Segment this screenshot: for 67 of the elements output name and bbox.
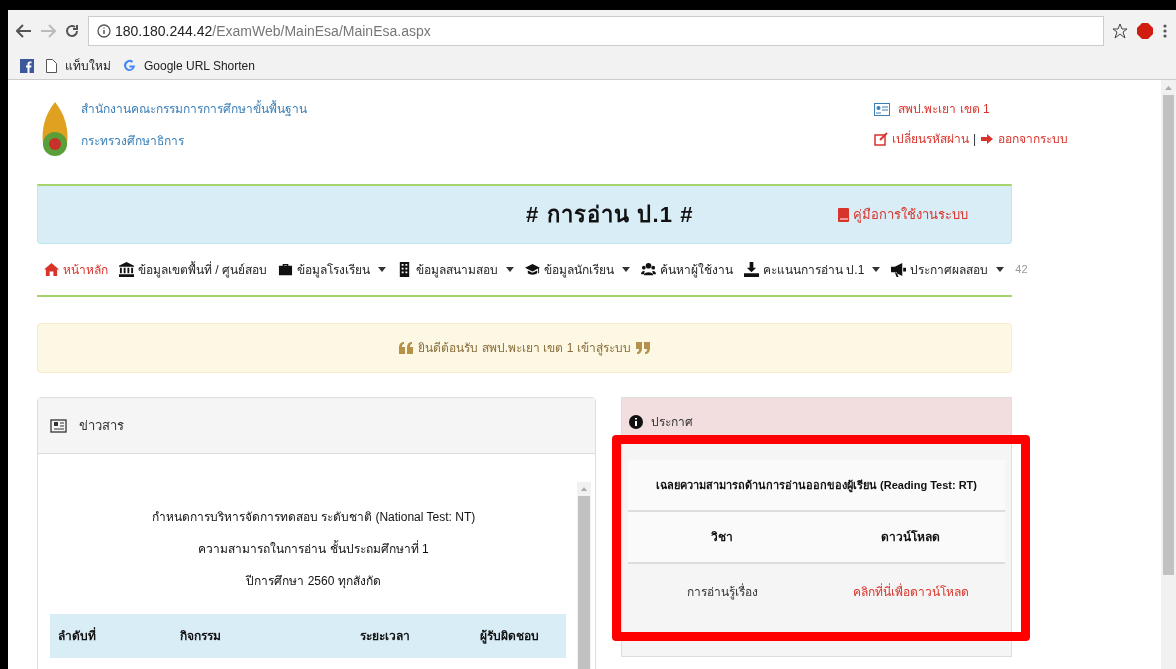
adblock-icon[interactable] [1136, 22, 1154, 40]
newspaper-icon [50, 418, 67, 433]
change-password-link[interactable]: เปลี่ยนรหัสผ่าน [891, 130, 969, 148]
scrollbar-thumb[interactable] [1163, 95, 1174, 575]
org-name: กระทรวงศึกษาธิการ [81, 133, 185, 150]
welcome-message: ยินดีต้อนรับ สพป.พะเยา เขต 1 เข้าสู่ระบบ [418, 340, 631, 357]
download-link[interactable]: คลิกที่นี่เพื่อดาวน์โหลด [852, 583, 969, 601]
download-icon [744, 262, 759, 277]
sign-out-icon [980, 132, 994, 146]
table-cell-text: การอ่านรู้เรื่อง [685, 583, 759, 601]
link-separator: | [972, 131, 976, 148]
url-host: 180.180.244.42 [115, 21, 213, 41]
page-icon [46, 58, 57, 73]
facebook-icon[interactable] [20, 58, 34, 73]
org-name: สำนักงานคณะกรรมการการศึกษาขั้นพื้นฐาน [81, 100, 307, 118]
table-title: เฉลยความสามารถด้านการอ่านออกของผู้เรียน (Reading Test: RT) [628, 460, 1005, 512]
nav-item[interactable]: ข้อมูลโรงเรียน [278, 260, 386, 279]
manual-link[interactable]: คู่มือการใช้งานระบบ [853, 204, 968, 225]
counter: 42 [1015, 262, 1028, 278]
google-icon [123, 59, 136, 72]
page-scrollbar[interactable] [1161, 80, 1176, 669]
news-text: ปีการศึกษา 2560 ทุกสังกัด [246, 573, 381, 590]
building-icon [397, 262, 412, 277]
news-title: ข่าวสาร [79, 416, 124, 435]
column-header: ผู้รับผิดชอบ [480, 628, 540, 645]
bookmark[interactable]: แท็บใหม่ [46, 56, 111, 75]
book-icon [838, 207, 849, 222]
info-icon [629, 415, 643, 429]
nav-item[interactable]: ข้อมูลเขตพื้นที่ / ศูนย์สอบ [119, 260, 267, 279]
edit-icon [873, 132, 888, 146]
nav-item[interactable]: ข้อมูลนักเรียน [525, 260, 630, 279]
column-header: ระยะเวลา [360, 628, 411, 645]
back-icon[interactable] [16, 24, 32, 38]
menu-icon[interactable] [1162, 23, 1168, 39]
quote-open-icon [399, 342, 415, 354]
forward-icon[interactable] [40, 24, 56, 38]
briefcase-icon [278, 262, 293, 277]
cap-icon [525, 262, 540, 277]
bookmark[interactable]: Google URL Shorten [123, 56, 255, 75]
users-icon [641, 262, 656, 277]
logout-link[interactable]: ออกจากระบบ [998, 130, 1068, 148]
bullhorn-icon [891, 262, 907, 277]
page-title: # การอ่าน ป.1 # [526, 201, 694, 229]
scrollbar[interactable] [577, 482, 591, 669]
nav-item[interactable]: หน้าหลัก [44, 260, 108, 279]
nav-item[interactable]: ประกาศผลสอบ [891, 260, 1005, 279]
user-name[interactable]: สพป.พะเยา เขต 1 [897, 100, 990, 118]
column-header: กิจกรรม [180, 628, 222, 645]
scrollbar-thumb[interactable] [578, 496, 590, 669]
announcement-title: ประกาศ [651, 414, 693, 431]
nav-item[interactable]: คะแนนการอ่าน ป.1 [744, 260, 881, 279]
id-card-icon [873, 102, 890, 116]
star-icon[interactable] [1112, 23, 1128, 39]
column-header: วิชา [710, 529, 735, 546]
column-header: ดาวน์โหลด [880, 529, 942, 546]
news-text: ความสามารถในการอ่าน ชั้นประถมศึกษาที่ 1 [198, 540, 429, 558]
nav-item[interactable]: ข้อมูลสนามสอบ [397, 260, 514, 279]
reload-icon[interactable] [64, 23, 80, 39]
column-header: ลำดับที่ [57, 627, 97, 645]
info-icon [97, 24, 111, 38]
address-bar[interactable]: 180.180.244.42/ExamWeb/MainEsa/MainEsa.aspx [88, 16, 1104, 46]
url-path: /ExamWeb/MainEsa/MainEsa.aspx [212, 21, 431, 41]
bank-icon [119, 262, 134, 277]
nav-item[interactable]: ค้นหาผู้ใช้งาน [641, 260, 733, 279]
news-text: กำหนดการบริหารจัดการทดสอบ ระดับชาติ (National Test: NT) [151, 509, 476, 526]
quote-close-icon [634, 342, 650, 354]
home-icon [44, 262, 59, 277]
